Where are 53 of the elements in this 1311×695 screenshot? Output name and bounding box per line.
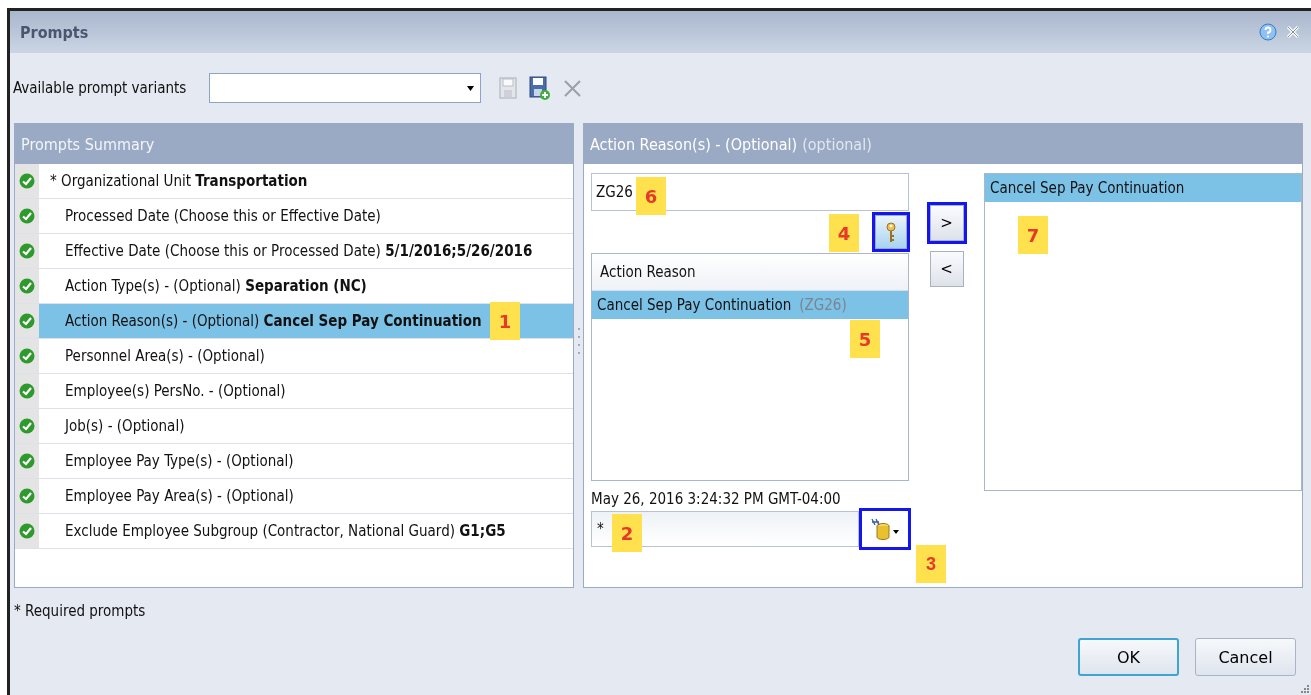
check-icon <box>19 453 35 469</box>
dialog-button[interactable]: OK <box>1078 638 1179 676</box>
check-icon <box>19 418 35 434</box>
check-icon <box>19 208 35 224</box>
save-as-icon[interactable] <box>529 76 551 100</box>
prompt-row[interactable]: Processed Date (Choose this or Effective Date) <box>15 199 574 234</box>
panel-header: Prompts Summary <box>15 124 574 164</box>
check-icon <box>19 278 35 294</box>
remove-button[interactable]: < <box>929 251 964 287</box>
prompt-row[interactable]: Employee Pay Area(s) - (Optional) <box>15 479 574 514</box>
callout-badge: 3 <box>916 545 946 583</box>
field-label: Available prompt variants <box>13 79 188 97</box>
check-icon <box>19 313 35 329</box>
panel-hint: (optional) <box>802 134 872 154</box>
callout-badge: 5 <box>850 320 880 358</box>
key-icon <box>886 221 896 243</box>
resize-grip-icon <box>1301 685 1309 693</box>
prompt-row[interactable]: Personnel Area(s) - (Optional) <box>15 339 574 374</box>
panel-title: Action Reason(s) - (Optional) <box>590 134 798 154</box>
dialog-button[interactable]: Cancel <box>1195 638 1296 676</box>
prompt-row[interactable]: Action Reason(s) - (Optional) Cancel Sep Pay Continuation 1 <box>15 304 574 339</box>
callout-badge: 6 <box>636 177 666 215</box>
prompt-row[interactable]: Employee(s) PersNo. - (Optional) <box>15 374 574 409</box>
prompt-row[interactable]: Exclude Employee Subgroup (Contractor, National Guard) G1;G5 <box>15 514 574 549</box>
timestamp: May 26, 2016 3:24:32 PM GMT-04:00 <box>591 489 842 510</box>
check-icon <box>19 348 35 364</box>
variant-dropdown[interactable] <box>209 73 481 103</box>
callout-badge: 7 <box>1018 216 1048 254</box>
check-icon <box>19 243 35 259</box>
check-icon <box>19 523 35 539</box>
caret-icon <box>467 85 474 91</box>
check-icon <box>19 383 35 399</box>
add-button[interactable]: > <box>929 205 964 241</box>
prompt-row[interactable]: Effective Date (Choose this or Processed Date) 5/1/2016;5/26/2016 <box>15 234 574 269</box>
list-item[interactable]: Cancel Sep Pay Continuation <box>985 174 1301 202</box>
check-icon <box>19 173 35 189</box>
prompt-row[interactable]: Job(s) - (Optional) <box>15 409 574 444</box>
splitter-grip-icon <box>576 326 581 355</box>
callout-badge: 4 <box>829 214 859 252</box>
prompt-row[interactable]: * Organizational Unit Transportation <box>15 164 574 199</box>
help-icon[interactable] <box>1259 23 1277 41</box>
check-icon <box>19 488 35 504</box>
save-icon[interactable] <box>499 77 517 99</box>
close-icon[interactable] <box>1285 24 1301 40</box>
prompt-row[interactable]: Employee Pay Type(s) - (Optional) <box>15 444 574 479</box>
database-icon <box>870 517 900 541</box>
callout-badge: 2 <box>612 514 642 552</box>
key-button[interactable] <box>875 215 907 249</box>
window-title: Prompts <box>20 22 89 42</box>
footnote: * Required prompts <box>13 601 147 622</box>
delete-icon[interactable] <box>563 78 582 98</box>
callout-badge: 1 <box>490 302 520 340</box>
list-item[interactable]: Cancel Sep Pay Continuation (ZG26) <box>592 291 908 319</box>
